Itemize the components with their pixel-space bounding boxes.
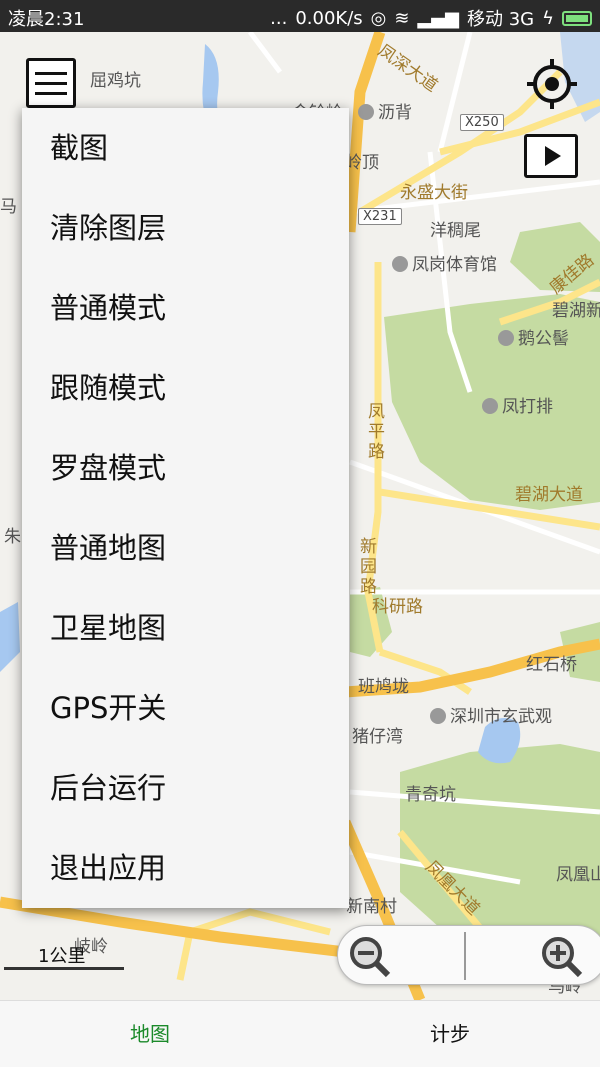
tab-map[interactable]: 地图: [0, 1001, 300, 1067]
menu-item-screenshot[interactable]: 截图: [22, 108, 349, 188]
play-button[interactable]: [524, 134, 578, 178]
signal-icon: ▂▄▆: [417, 7, 459, 29]
hamburger-line: [35, 81, 67, 85]
road-badge: X231: [358, 208, 402, 225]
map-label: 新园路: [360, 537, 377, 597]
zoom-out-icon: [350, 937, 391, 978]
wifi-icon: ≋: [394, 7, 410, 29]
poi-icon: [358, 104, 374, 120]
popup-menu: 截图 清除图层 普通模式 跟随模式 罗盘模式 普通地图 卫星地图 GPS开关 后…: [22, 108, 349, 908]
menu-item-normal-mode[interactable]: 普通模式: [22, 268, 349, 348]
menu-item-gps-toggle[interactable]: GPS开关: [22, 668, 349, 748]
status-bar: 凌晨2:31 ... 0.00K/s ◎ ≋ ▂▄▆ 移动 3G ϟ: [0, 0, 600, 32]
map-label: 沥背: [358, 98, 412, 123]
poi-icon: [498, 330, 514, 346]
map-label: 青奇坑: [405, 785, 456, 805]
network-speed: 0.00K/s: [295, 7, 363, 29]
zoom-in-button[interactable]: [538, 934, 586, 978]
map-label: 屈鸡坑: [90, 71, 141, 91]
poi-icon: [482, 398, 498, 414]
map-label: 碧湖新: [552, 301, 600, 321]
road-badge: X250: [460, 114, 504, 131]
menu-item-background-run[interactable]: 后台运行: [22, 748, 349, 828]
map-label: 班鸠垅: [358, 677, 409, 697]
menu-button[interactable]: [26, 58, 76, 108]
map-label: 马: [0, 197, 17, 217]
zoom-out-button[interactable]: [346, 934, 394, 978]
zoom-in-icon: [542, 937, 583, 978]
menu-item-follow-mode[interactable]: 跟随模式: [22, 348, 349, 428]
map-label: 新南村: [346, 897, 397, 917]
map-label: 猪仔湾: [352, 727, 403, 747]
map-label: 科研路: [372, 597, 423, 617]
locate-button[interactable]: [526, 58, 578, 110]
bottom-tab-bar: 地图 计步: [0, 1000, 600, 1067]
map-label: 朱: [4, 527, 21, 547]
battery-icon: [562, 10, 592, 26]
charging-icon: ϟ: [542, 7, 554, 29]
tab-steps[interactable]: 计步: [300, 1001, 600, 1067]
zoom-divider: [464, 932, 466, 980]
menu-item-satellite-map[interactable]: 卫星地图: [22, 588, 349, 668]
hotspot-icon: ◎: [370, 7, 387, 29]
poi-icon: [430, 708, 446, 724]
map-label: 深圳市玄武观: [430, 702, 552, 727]
scale-bar: [4, 967, 124, 970]
map-label: 凤岗体育馆: [392, 250, 497, 275]
map-label: 红石桥: [526, 655, 577, 675]
hamburger-icon: [35, 71, 67, 75]
network-type: 移动 3G: [467, 9, 535, 30]
status-icons: ... 0.00K/s ◎ ≋ ▂▄▆ 移动 3G ϟ: [270, 5, 592, 31]
menu-item-compass-mode[interactable]: 罗盘模式: [22, 428, 349, 508]
zoom-control: [337, 925, 600, 985]
map-label: 凤打排: [482, 392, 553, 417]
poi-icon: [392, 256, 408, 272]
menu-item-exit-app[interactable]: 退出应用: [22, 828, 349, 908]
map-scale: 1公里: [4, 938, 124, 972]
map-label: 凤平路: [368, 402, 385, 462]
map-label: 鹅公髻: [498, 324, 569, 349]
map-label: 碧湖大道: [515, 485, 583, 505]
map-label: 岭顶: [345, 153, 379, 173]
status-dots: ...: [270, 7, 288, 29]
scale-label: 1公里: [38, 946, 86, 967]
hamburger-line: [35, 91, 67, 95]
map-label: 洋稠尾: [430, 221, 481, 241]
menu-item-normal-map[interactable]: 普通地图: [22, 508, 349, 588]
map-label: 永盛大街: [400, 183, 468, 203]
menu-item-clear-layers[interactable]: 清除图层: [22, 188, 349, 268]
crosshair-icon: [527, 59, 577, 109]
status-time: 凌晨2:31: [8, 9, 85, 30]
map-label: 凤凰山: [556, 865, 600, 885]
